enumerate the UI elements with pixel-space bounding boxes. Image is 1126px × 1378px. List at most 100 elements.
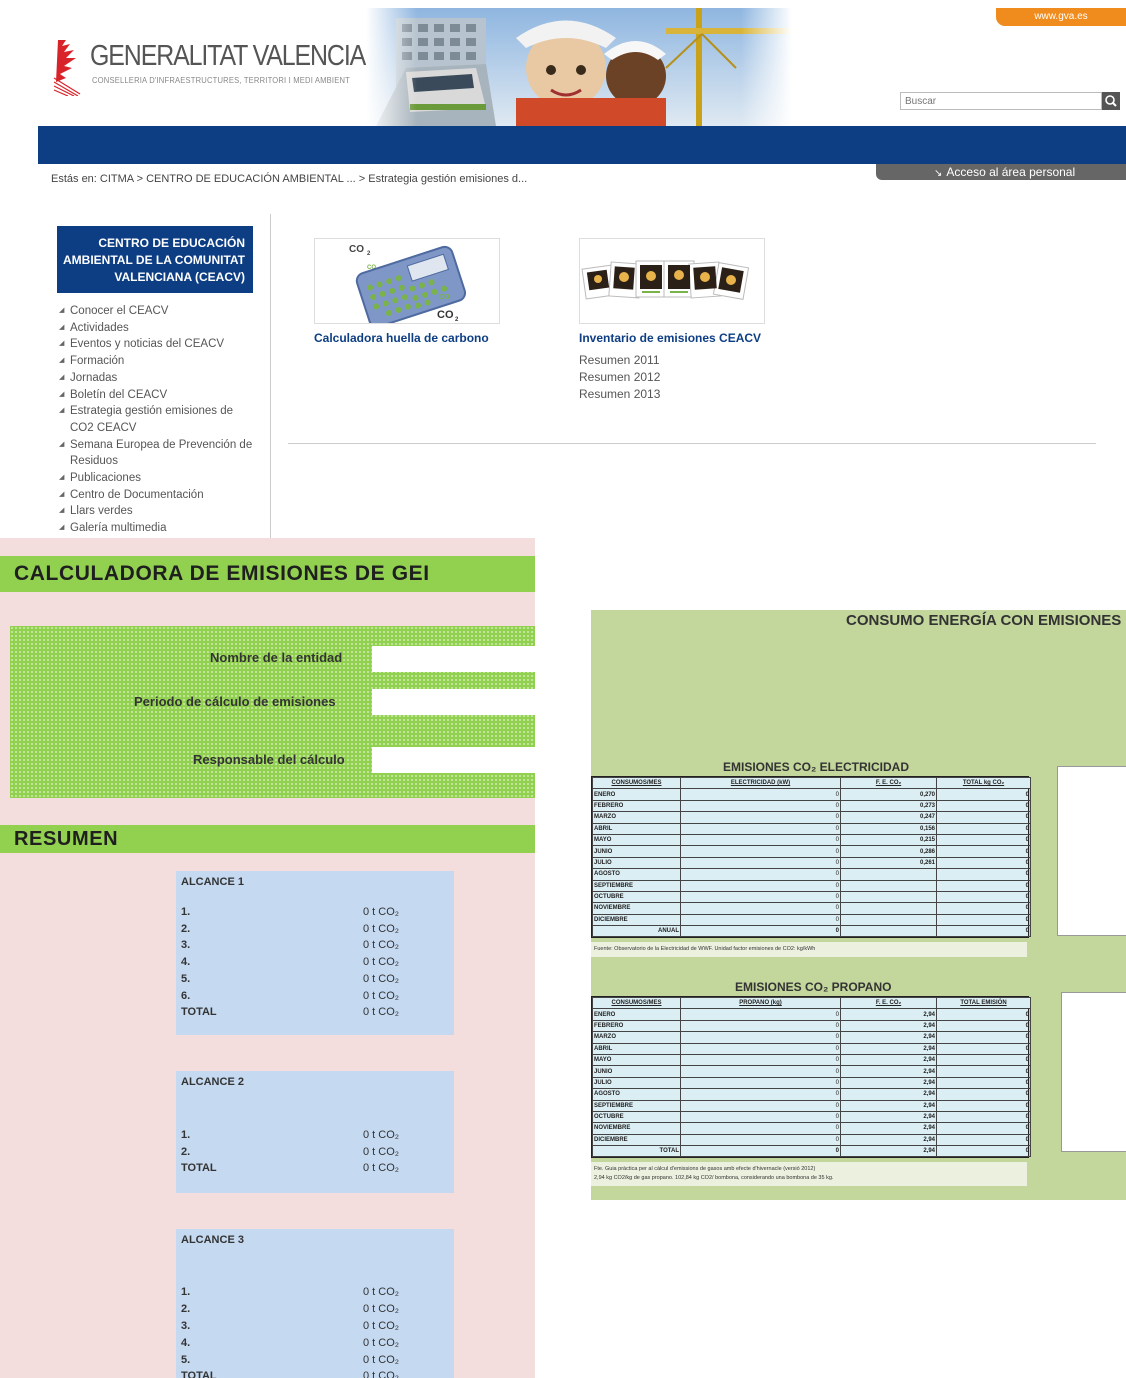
responsible-input[interactable] <box>372 747 535 773</box>
consumption-cell[interactable]: 0 <box>680 1042 841 1055</box>
field-label-entidad: Nombre de la entidad <box>210 650 343 665</box>
generalitat-logo[interactable]: GENERALITAT VALENCIANA CONSELLERIA D'INF… <box>52 36 399 106</box>
month-cell: MAYO <box>592 833 681 847</box>
table-row: ABRIL 0 0,156 0 <box>592 822 1031 835</box>
total-cell: 0 <box>936 1065 1031 1078</box>
gva-link[interactable]: www.gva.es <box>996 8 1126 26</box>
calculator-title: CALCULADORA DE EMISIONES DE GEI <box>14 562 430 585</box>
consumption-cell[interactable]: 0 <box>680 1133 841 1147</box>
consumption-cell[interactable]: 0 <box>680 1076 841 1090</box>
consumption-cell[interactable]: 0 <box>680 1053 841 1067</box>
consumption-cell[interactable]: 0 <box>680 868 841 881</box>
sidebar-item-documentacion[interactable]: Centro de Documentación <box>58 487 258 504</box>
sidebar-menu: Conocer el CEACV Actividades Eventos y n… <box>58 303 258 537</box>
factor-cell: 2,94 <box>840 1122 937 1135</box>
table-row: FEBRERO 0 0,273 0 <box>592 799 1031 813</box>
table-row: JULIO 0 2,94 0 <box>592 1076 1031 1090</box>
month-cell: OCTUBRE <box>592 890 681 904</box>
table-row: ENERO 0 0,270 0 <box>592 788 1031 801</box>
row-value: 0 t CO₂ <box>363 939 400 951</box>
consumption-cell[interactable]: 0 <box>680 822 841 835</box>
total-cell: 0 <box>936 1099 1031 1112</box>
entity-name-input[interactable] <box>372 646 535 672</box>
factor-cell: 0,286 <box>840 845 937 858</box>
consumption-cell[interactable]: 0 <box>680 1008 841 1021</box>
sidebar-item-llars-verdes[interactable]: Llars verdes <box>58 503 258 520</box>
consumption-cell[interactable]: 0 <box>680 1065 841 1078</box>
factor-cell: 2,94 <box>840 1076 937 1090</box>
personal-area-button[interactable]: ↘ Acceso al área personal <box>876 164 1126 180</box>
consumption-cell[interactable]: 0 <box>680 811 841 824</box>
row-label: 2. <box>181 1303 191 1315</box>
row-label: 3. <box>181 939 191 951</box>
consumption-cell[interactable]: 0 <box>680 902 841 915</box>
factor-cell: 2,94 <box>840 1042 937 1055</box>
consumption-cell[interactable]: 0 <box>680 845 841 858</box>
sidebar-item-eventos[interactable]: Eventos y noticias del CEACV <box>58 336 258 353</box>
consumption-cell[interactable]: 0 <box>680 856 841 870</box>
sidebar-title[interactable]: CENTRO DE EDUCACIÓN AMBIENTAL DE LA COMU… <box>57 226 253 293</box>
card-title[interactable]: Calculadora huella de carbono <box>314 330 514 346</box>
row-label: 2. <box>181 1146 191 1158</box>
sidebar-item-boletin[interactable]: Boletín del CEACV <box>58 387 258 404</box>
svg-text:2: 2 <box>367 251 371 257</box>
sidebar-item-formacion[interactable]: Formación <box>58 353 258 370</box>
column-header: PROPANO (kg) <box>680 996 841 1010</box>
inventory-thumbnail[interactable] <box>579 238 765 324</box>
table-row: JUNIO 0 0,286 0 <box>592 845 1031 858</box>
consumption-cell[interactable]: 0 <box>680 1031 841 1044</box>
consumption-cell[interactable]: 0 <box>680 833 841 847</box>
propane-table-title: EMISIONES CO₂ PROPANO <box>735 980 892 994</box>
sidebar-item-publicaciones[interactable]: Publicaciones <box>58 470 258 487</box>
consumption-cell[interactable]: 0 <box>680 1019 841 1033</box>
consumption-cell[interactable]: 0 <box>680 1088 841 1101</box>
total-cell: 0 <box>936 1042 1031 1055</box>
factor-cell: 2,94 <box>840 1145 937 1158</box>
sidebar-item-jornadas[interactable]: Jornadas <box>58 370 258 387</box>
card-calculadora[interactable]: CO 2 CO CO CO 2 Calculadora huella de ca… <box>314 238 514 346</box>
card-inventario[interactable]: Inventario de emisiones CEACV Resumen 20… <box>579 238 779 403</box>
link-resumen-2013[interactable]: Resumen 2013 <box>579 386 779 403</box>
row-label: 4. <box>181 1337 191 1349</box>
search-button[interactable] <box>1102 92 1120 110</box>
consumption-cell[interactable]: 0 <box>680 799 841 813</box>
month-cell: JUNIO <box>592 845 681 858</box>
total-cell: 0 <box>936 845 1031 858</box>
logo-emblem-icon <box>53 40 81 96</box>
month-cell: FEBRERO <box>592 1019 681 1033</box>
column-header: CONSUMOS/MES <box>592 776 681 790</box>
consumption-cell[interactable]: 0 <box>680 890 841 904</box>
sidebar-item-galeria[interactable]: Galería multimedia <box>58 520 258 537</box>
sidebar-item-estrategia[interactable]: Estrategia gestión emisiones de CO2 CEAC… <box>58 403 258 436</box>
consumption-cell[interactable]: 0 <box>680 788 841 801</box>
table-row: SEPTIEMBRE 0 0 <box>592 879 1031 892</box>
card-title[interactable]: Inventario de emisiones CEACV <box>579 330 779 346</box>
calculator-thumbnail[interactable]: CO 2 CO CO CO 2 <box>314 238 500 324</box>
table-row: OCTUBRE 0 0 <box>592 890 1031 904</box>
table-row: NOVIEMBRE 0 2,94 0 <box>592 1122 1031 1135</box>
consumption-cell[interactable]: 0 <box>680 1099 841 1112</box>
link-resumen-2011[interactable]: Resumen 2011 <box>579 352 779 369</box>
link-resumen-2012[interactable]: Resumen 2012 <box>579 369 779 386</box>
table-row: SEPTIEMBRE 0 2,94 0 <box>592 1099 1031 1112</box>
sidebar-divider <box>270 214 271 538</box>
alcance-row: 3. 0 t CO₂ <box>181 939 411 956</box>
search-input[interactable] <box>900 92 1102 110</box>
factor-cell: 0,247 <box>840 811 937 824</box>
month-cell: MARZO <box>592 1031 681 1044</box>
electricity-chart-area <box>1057 766 1126 936</box>
row-value: 0 t CO₂ <box>363 906 400 918</box>
row-label: 1. <box>181 906 191 918</box>
sidebar-item-actividades[interactable]: Actividades <box>58 320 258 337</box>
sidebar-item-conocer[interactable]: Conocer el CEACV <box>58 303 258 320</box>
consumption-cell[interactable]: 0 <box>680 1145 841 1158</box>
sidebar-item-semana-europea[interactable]: Semana Europea de Prevención de Residuos <box>58 437 258 470</box>
month-cell: SEPTIEMBRE <box>592 879 681 892</box>
consumption-cell[interactable]: 0 <box>680 1122 841 1135</box>
breadcrumb[interactable]: Estás en: CITMA > CENTRO DE EDUCACIÓN AM… <box>51 173 527 185</box>
consumption-cell[interactable]: 0 <box>680 913 841 927</box>
period-input[interactable] <box>372 689 535 715</box>
consumption-cell[interactable]: 0 <box>680 925 841 938</box>
consumption-cell[interactable]: 0 <box>680 879 841 892</box>
consumption-cell[interactable]: 0 <box>680 1110 841 1124</box>
